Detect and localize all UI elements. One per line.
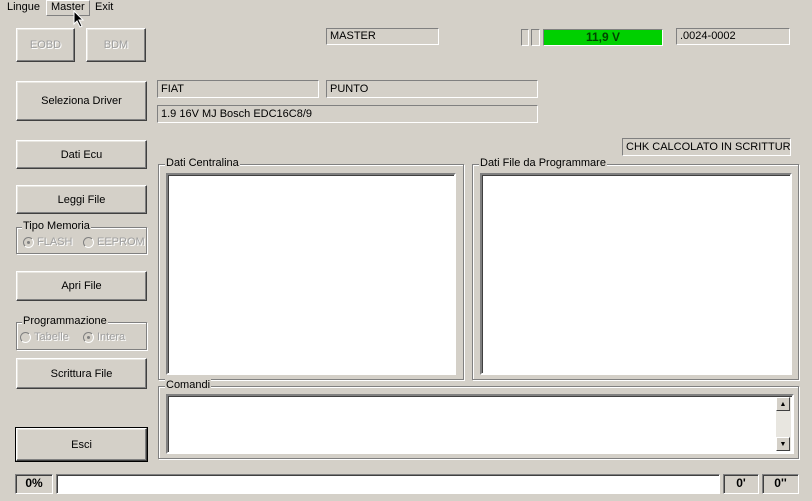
scrittura-file-button[interactable]: Scrittura File [16, 358, 147, 389]
radio-eeprom-circle[interactable] [83, 236, 94, 248]
scroll-up-button[interactable]: ▲ [776, 397, 790, 411]
brand-display: FIAT [157, 80, 319, 98]
radio-tabelle-label: Tabelle [34, 331, 69, 343]
progress-bar [56, 474, 720, 494]
checksum-status: CHK CALCOLATO IN SCRITTURA [622, 138, 791, 156]
dati-file-group: Dati File da Programmare [472, 157, 799, 380]
dati-file-title: Dati File da Programmare [479, 157, 607, 170]
comandi-textarea[interactable]: ▲ ▼ [166, 394, 794, 454]
programming-group: Programmazione Tabelle Intera [16, 315, 147, 350]
menu-lingue[interactable]: Lingue [3, 0, 44, 16]
eobd-button[interactable]: EOBD [16, 28, 75, 62]
mouse-cursor-icon [73, 10, 85, 28]
radio-tabelle[interactable]: Tabelle [20, 331, 69, 343]
bdm-button[interactable]: BDM [86, 28, 146, 62]
radio-intera-label: Intera [97, 331, 126, 343]
dati-ecu-button[interactable]: Dati Ecu [16, 140, 147, 169]
dati-centralina-list[interactable] [166, 173, 456, 375]
programming-title: Programmazione [22, 315, 108, 328]
dati-file-list[interactable] [480, 173, 792, 375]
elapsed-minutes: 0' [723, 474, 759, 494]
radio-eeprom[interactable]: EEPROM [83, 236, 145, 248]
radio-intera[interactable]: Intera [83, 331, 125, 343]
radio-eeprom-label: EEPROM [97, 236, 145, 248]
comandi-scrollbar[interactable]: ▲ ▼ [776, 397, 791, 451]
indicator-right [531, 29, 540, 46]
elapsed-seconds: 0'' [762, 474, 799, 494]
radio-flash-circle[interactable] [23, 236, 34, 248]
esci-button[interactable]: Esci [15, 427, 148, 462]
memory-type-group: Tipo Memoria FLASH EEPROM [16, 220, 147, 254]
radio-flash-label: FLASH [37, 236, 73, 248]
select-driver-button[interactable]: Seleziona Driver [16, 81, 147, 121]
radio-flash[interactable]: FLASH [23, 236, 72, 248]
serial-display: .0024-0002 [676, 28, 790, 45]
radio-intera-circle[interactable] [83, 331, 94, 343]
scroll-down-button[interactable]: ▼ [776, 437, 790, 451]
radio-tabelle-circle[interactable] [20, 331, 31, 343]
arrow-down-icon: ▼ [779, 440, 787, 448]
apri-file-button[interactable]: Apri File [16, 271, 147, 301]
arrow-up-icon: ▲ [779, 400, 787, 408]
comandi-title: Comandi [165, 379, 212, 392]
indicator-left [521, 29, 529, 46]
dati-centralina-group: Dati Centralina [158, 157, 464, 380]
progress-percent: 0% [15, 474, 53, 494]
voltage-display: 11,9 V [543, 29, 663, 46]
leggi-file-button[interactable]: Leggi File [16, 185, 147, 214]
memory-type-title: Tipo Memoria [22, 220, 91, 233]
menu-exit[interactable]: Exit [91, 0, 117, 16]
model-display: PUNTO [326, 80, 538, 98]
comandi-group: Comandi ▲ ▼ [158, 379, 799, 459]
dati-centralina-title: Dati Centralina [165, 157, 240, 170]
engine-display: 1.9 16V MJ Bosch EDC16C8/9 [157, 105, 538, 123]
mode-display: MASTER [326, 28, 439, 45]
menu-bar: Lingue Master Exit [0, 0, 812, 16]
